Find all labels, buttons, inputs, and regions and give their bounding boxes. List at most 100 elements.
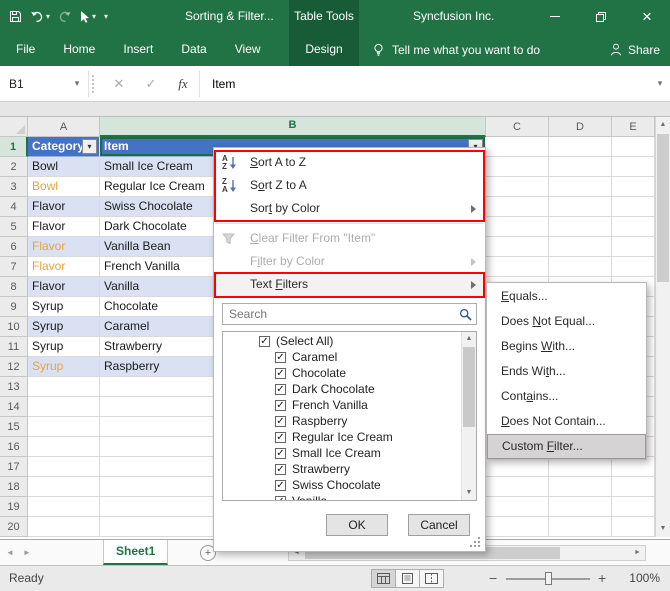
cell-E19[interactable]: [612, 497, 655, 517]
cell-A4[interactable]: Flavor: [28, 197, 100, 217]
filter-value-vanilla[interactable]: ✓Vanilla: [223, 493, 461, 500]
row-header-4[interactable]: 4: [0, 197, 28, 217]
submenu-item-does-not-equal[interactable]: Does Not Equal...: [487, 309, 646, 334]
select-all-corner[interactable]: [0, 117, 28, 137]
cell-A9[interactable]: Syrup: [28, 297, 100, 317]
resize-grip[interactable]: [470, 536, 481, 547]
checkbox-checked-icon[interactable]: ✓: [275, 448, 286, 459]
filter-menu-item-sort-z-to-a[interactable]: ZASort Z to A: [214, 174, 485, 197]
search-input[interactable]: [222, 303, 477, 325]
cell-A1[interactable]: Category▾: [28, 137, 100, 157]
cell-C18[interactable]: [486, 477, 549, 497]
cell-E4[interactable]: [612, 197, 655, 217]
cell-C3[interactable]: [486, 177, 549, 197]
cell-D18[interactable]: [549, 477, 612, 497]
checkbox-checked-icon[interactable]: ✓: [275, 384, 286, 395]
submenu-item-does-not-contain[interactable]: Does Not Contain...: [487, 409, 646, 434]
name-box-caret-icon[interactable]: ▾: [66, 78, 88, 89]
row-header-16[interactable]: 16: [0, 437, 28, 457]
submenu-item-begins-with[interactable]: Begins With...: [487, 334, 646, 359]
formula-bar-drag-handle[interactable]: [92, 75, 100, 93]
scroll-down-icon[interactable]: ▼: [656, 522, 670, 536]
row-header-3[interactable]: 3: [0, 177, 28, 197]
cell-D4[interactable]: [549, 197, 612, 217]
filter-value-select-all[interactable]: ✓(Select All): [223, 333, 461, 349]
checkbox-checked-icon[interactable]: ✓: [259, 336, 270, 347]
redo-button[interactable]: [58, 11, 72, 23]
row-header-17[interactable]: 17: [0, 457, 28, 477]
row-header-14[interactable]: 14: [0, 397, 28, 417]
formula-input[interactable]: Item: [200, 77, 650, 91]
search-icon[interactable]: [459, 308, 472, 321]
sheet-nav-right-icon[interactable]: ►: [23, 548, 31, 557]
cell-A8[interactable]: Flavor: [28, 277, 100, 297]
restore-button[interactable]: [578, 0, 624, 33]
list-scrollbar[interactable]: ▲ ▼: [461, 332, 476, 500]
row-header-10[interactable]: 10: [0, 317, 28, 337]
row-header-19[interactable]: 19: [0, 497, 28, 517]
filter-value-chocolate[interactable]: ✓Chocolate: [223, 365, 461, 381]
checkbox-checked-icon[interactable]: ✓: [275, 432, 286, 443]
list-scroll-up-icon[interactable]: ▲: [462, 332, 476, 346]
cell-A17[interactable]: [28, 457, 100, 477]
cell-A10[interactable]: Syrup: [28, 317, 100, 337]
cell-C6[interactable]: [486, 237, 549, 257]
ribbon-tab-view[interactable]: View: [221, 33, 275, 66]
normal-view-button[interactable]: [371, 569, 396, 588]
cell-A20[interactable]: [28, 517, 100, 537]
column-header-e[interactable]: E: [612, 117, 655, 137]
row-header-7[interactable]: 7: [0, 257, 28, 277]
row-header-9[interactable]: 9: [0, 297, 28, 317]
cell-C4[interactable]: [486, 197, 549, 217]
checkbox-checked-icon[interactable]: ✓: [275, 400, 286, 411]
cell-E3[interactable]: [612, 177, 655, 197]
vertical-scroll-thumb[interactable]: [657, 134, 669, 282]
cell-C7[interactable]: [486, 257, 549, 277]
cell-A19[interactable]: [28, 497, 100, 517]
row-header-1[interactable]: 1: [0, 137, 28, 157]
filter-value-small-ice-cream[interactable]: ✓Small Ice Cream: [223, 445, 461, 461]
zoom-in-button[interactable]: +: [598, 566, 606, 591]
row-header-13[interactable]: 13: [0, 377, 28, 397]
cell-D2[interactable]: [549, 157, 612, 177]
cell-C17[interactable]: [486, 457, 549, 477]
name-box[interactable]: B1: [0, 66, 66, 101]
filter-value-raspberry[interactable]: ✓Raspberry: [223, 413, 461, 429]
cell-A5[interactable]: Flavor: [28, 217, 100, 237]
scroll-right-icon[interactable]: ►: [630, 546, 645, 560]
filter-value-french-vanilla[interactable]: ✓French Vanilla: [223, 397, 461, 413]
submenu-item-custom-filter[interactable]: Custom Filter...: [487, 434, 646, 459]
close-button[interactable]: ×: [624, 0, 670, 33]
vertical-scrollbar[interactable]: ▲ ▼: [655, 117, 670, 537]
customize-qat-button[interactable]: ▾: [104, 13, 108, 21]
ribbon-tab-design[interactable]: Design: [289, 33, 359, 66]
page-layout-view-button[interactable]: [395, 569, 420, 588]
filter-menu-item-text-filters[interactable]: Text Filters: [214, 273, 485, 296]
column-header-a[interactable]: A: [28, 117, 100, 137]
zoom-out-button[interactable]: −: [489, 566, 497, 591]
ribbon-tab-file[interactable]: File: [2, 33, 49, 66]
row-header-5[interactable]: 5: [0, 217, 28, 237]
minimize-button[interactable]: [532, 0, 578, 33]
checkbox-checked-icon[interactable]: ✓: [275, 496, 286, 501]
cancel-entry-button[interactable]: ✕: [103, 76, 135, 92]
column-header-b[interactable]: B: [100, 117, 486, 137]
cell-E6[interactable]: [612, 237, 655, 257]
cell-A7[interactable]: Flavor: [28, 257, 100, 277]
cell-D1[interactable]: [549, 137, 612, 157]
column-header-c[interactable]: C: [486, 117, 549, 137]
cell-C1[interactable]: [486, 137, 549, 157]
ribbon-tab-insert[interactable]: Insert: [109, 33, 167, 66]
cell-E20[interactable]: [612, 517, 655, 537]
row-header-20[interactable]: 20: [0, 517, 28, 537]
checkbox-checked-icon[interactable]: ✓: [275, 352, 286, 363]
zoom-level[interactable]: 100%: [629, 566, 660, 591]
row-header-15[interactable]: 15: [0, 417, 28, 437]
scroll-up-icon[interactable]: ▲: [656, 118, 670, 132]
ok-button[interactable]: OK: [326, 514, 388, 536]
cell-E2[interactable]: [612, 157, 655, 177]
list-scroll-thumb[interactable]: [463, 347, 475, 427]
cell-D6[interactable]: [549, 237, 612, 257]
cell-E1[interactable]: [612, 137, 655, 157]
cell-D19[interactable]: [549, 497, 612, 517]
